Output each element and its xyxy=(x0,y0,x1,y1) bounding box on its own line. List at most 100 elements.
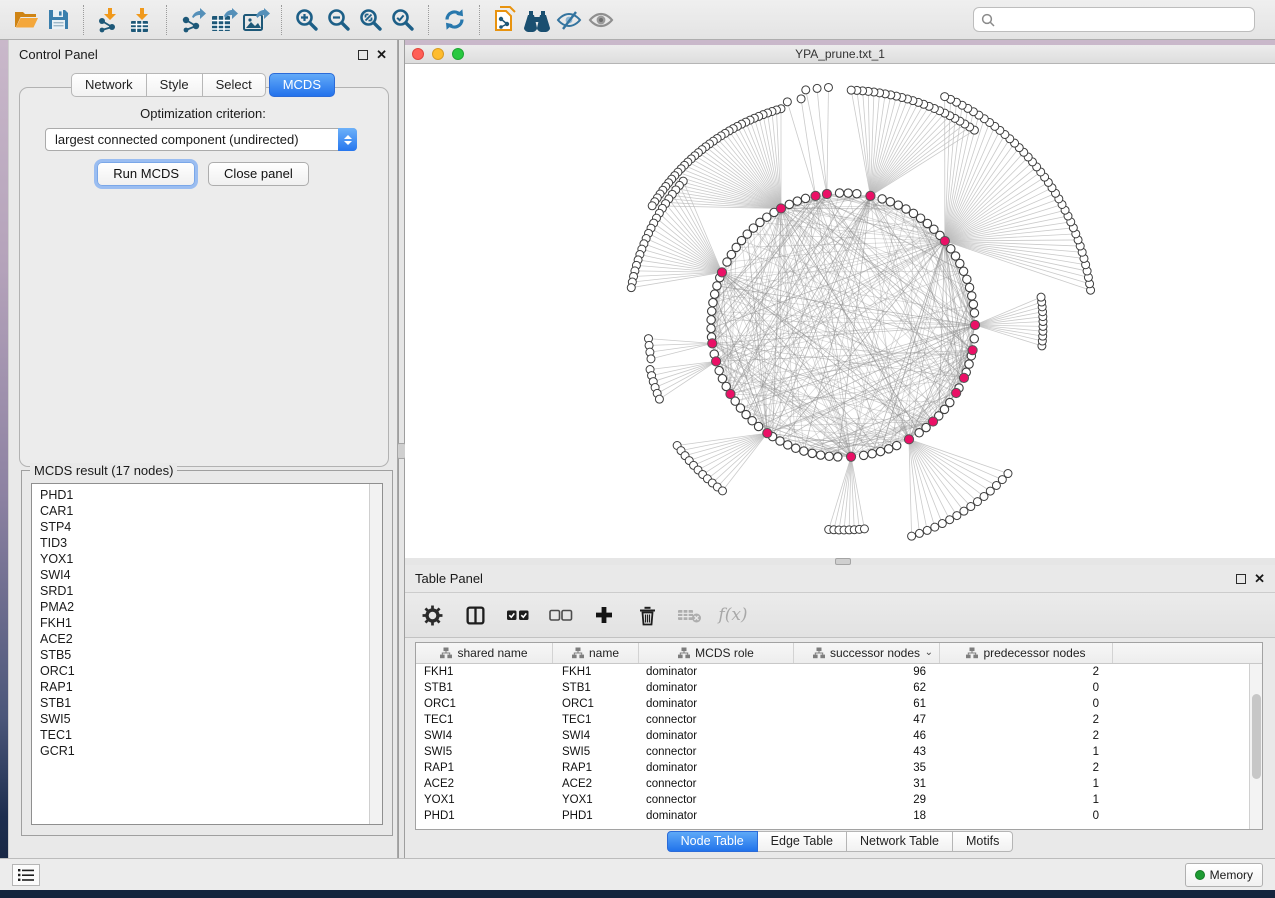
network-node[interactable] xyxy=(707,316,715,324)
refresh-view-button[interactable] xyxy=(438,4,470,36)
leaf-node[interactable] xyxy=(847,86,855,94)
table-scrollbar-thumb[interactable] xyxy=(1252,694,1261,779)
run-mcds-button[interactable]: Run MCDS xyxy=(97,162,195,186)
network-node[interactable] xyxy=(834,453,842,461)
network-window-titlebar[interactable]: YPA_prune.txt_1 xyxy=(405,45,1275,64)
hide-selected-button[interactable] xyxy=(553,4,585,36)
mcds-hub-node[interactable] xyxy=(866,191,875,200)
mcds-result-item[interactable]: SWI5 xyxy=(32,711,382,727)
create-column-button[interactable] xyxy=(591,602,617,628)
leaf-node[interactable] xyxy=(1037,293,1045,301)
table-row[interactable]: PHD1PHD1dominator180 xyxy=(416,808,1249,824)
leaf-node[interactable] xyxy=(797,95,805,103)
mcds-result-item[interactable]: ACE2 xyxy=(32,631,382,647)
network-node[interactable] xyxy=(969,300,977,308)
column-header[interactable]: shared name xyxy=(416,643,553,663)
mcds-hub-node[interactable] xyxy=(904,435,913,444)
function-builder-button[interactable]: f(x) xyxy=(720,602,746,628)
network-node[interactable] xyxy=(970,335,978,343)
delete-columns-button[interactable] xyxy=(634,602,660,628)
network-node[interactable] xyxy=(709,298,717,306)
network-node[interactable] xyxy=(835,189,843,197)
column-header[interactable]: name xyxy=(553,643,639,663)
network-node[interactable] xyxy=(707,324,715,332)
leaf-node[interactable] xyxy=(813,84,821,92)
horizontal-splitter-handle[interactable] xyxy=(835,558,851,565)
mcds-result-item[interactable]: FKH1 xyxy=(32,615,382,631)
mcds-result-item[interactable]: STB1 xyxy=(32,695,382,711)
network-node[interactable] xyxy=(791,444,799,452)
delete-table-button[interactable] xyxy=(677,602,703,628)
leaf-node[interactable] xyxy=(824,83,832,91)
leaf-node[interactable] xyxy=(923,526,931,534)
leaf-node[interactable] xyxy=(908,532,916,540)
network-node[interactable] xyxy=(800,447,808,455)
mcds-result-item[interactable]: RAP1 xyxy=(32,679,382,695)
search-input[interactable] xyxy=(1000,13,1247,27)
float-panel-icon[interactable] xyxy=(1236,574,1246,584)
tab-node-table[interactable]: Node Table xyxy=(667,831,758,852)
leaf-node[interactable] xyxy=(931,523,939,531)
leaf-node[interactable] xyxy=(953,512,961,520)
table-options-button[interactable] xyxy=(419,602,445,628)
network-node[interactable] xyxy=(793,197,801,205)
leaf-node[interactable] xyxy=(627,284,635,292)
table-row[interactable]: ACE2ACE2connector311 xyxy=(416,776,1249,792)
zoom-in-button[interactable] xyxy=(291,4,323,36)
mcds-hub-node[interactable] xyxy=(959,373,968,382)
mcds-result-item[interactable]: TID3 xyxy=(32,535,382,551)
table-row[interactable]: STB1STB1dominator620 xyxy=(416,680,1249,696)
criterion-select[interactable]: largest connected component (undirected) xyxy=(45,128,357,151)
network-node[interactable] xyxy=(868,450,876,458)
close-panel-icon[interactable]: ✕ xyxy=(376,50,387,60)
table-scrollbar[interactable] xyxy=(1249,664,1262,829)
network-node[interactable] xyxy=(784,441,792,449)
network-node[interactable] xyxy=(884,445,892,453)
network-node[interactable] xyxy=(876,447,884,455)
mcds-result-item[interactable]: PMA2 xyxy=(32,599,382,615)
network-node[interactable] xyxy=(853,190,861,198)
leaf-node[interactable] xyxy=(719,487,727,495)
column-header[interactable]: MCDS role xyxy=(639,643,794,663)
float-panel-icon[interactable] xyxy=(358,50,368,60)
leaf-node[interactable] xyxy=(1004,470,1012,478)
leaf-node[interactable] xyxy=(915,529,923,537)
mcds-hub-node[interactable] xyxy=(811,191,820,200)
mcds-hub-node[interactable] xyxy=(717,268,726,277)
column-header[interactable]: predecessor nodes xyxy=(940,643,1113,663)
import-network-button[interactable] xyxy=(93,4,125,36)
network-node[interactable] xyxy=(968,292,976,300)
search-box[interactable] xyxy=(973,7,1255,32)
network-node[interactable] xyxy=(825,452,833,460)
save-session-button[interactable] xyxy=(42,4,74,36)
mcds-result-item[interactable]: CAR1 xyxy=(32,503,382,519)
mcds-hub-node[interactable] xyxy=(952,388,961,397)
network-node[interactable] xyxy=(886,198,894,206)
mcds-result-item[interactable]: SWI4 xyxy=(32,567,382,583)
table-row[interactable]: FKH1FKH1dominator962 xyxy=(416,664,1249,680)
network-node[interactable] xyxy=(859,451,867,459)
table-row[interactable]: YOX1YOX1connector291 xyxy=(416,792,1249,808)
mcds-hub-node[interactable] xyxy=(763,429,772,438)
mcds-hub-node[interactable] xyxy=(968,346,977,355)
zoom-selected-button[interactable] xyxy=(387,4,419,36)
new-network-from-selection-button[interactable] xyxy=(489,4,521,36)
mcds-result-list[interactable]: PHD1CAR1STP4TID3YOX1SWI4SRD1PMA2FKH1ACE2… xyxy=(31,483,383,825)
network-node[interactable] xyxy=(844,189,852,197)
leaf-node[interactable] xyxy=(783,98,791,106)
export-image-button[interactable] xyxy=(240,4,272,36)
first-neighbors-button[interactable] xyxy=(521,4,553,36)
network-node[interactable] xyxy=(713,282,721,290)
network-node[interactable] xyxy=(878,195,886,203)
memory-button[interactable]: Memory xyxy=(1185,863,1263,887)
table-row[interactable]: ORC1ORC1dominator610 xyxy=(416,696,1249,712)
export-network-button[interactable] xyxy=(176,4,208,36)
leaf-node[interactable] xyxy=(941,93,949,101)
mcds-result-item[interactable]: ORC1 xyxy=(32,663,382,679)
network-node[interactable] xyxy=(892,441,900,449)
mcds-hub-node[interactable] xyxy=(776,204,785,213)
column-header[interactable]: successor nodes⌄ xyxy=(794,643,940,663)
network-node[interactable] xyxy=(723,258,731,266)
close-panel-icon[interactable]: ✕ xyxy=(1254,574,1265,584)
tab-network-table[interactable]: Network Table xyxy=(847,831,953,852)
